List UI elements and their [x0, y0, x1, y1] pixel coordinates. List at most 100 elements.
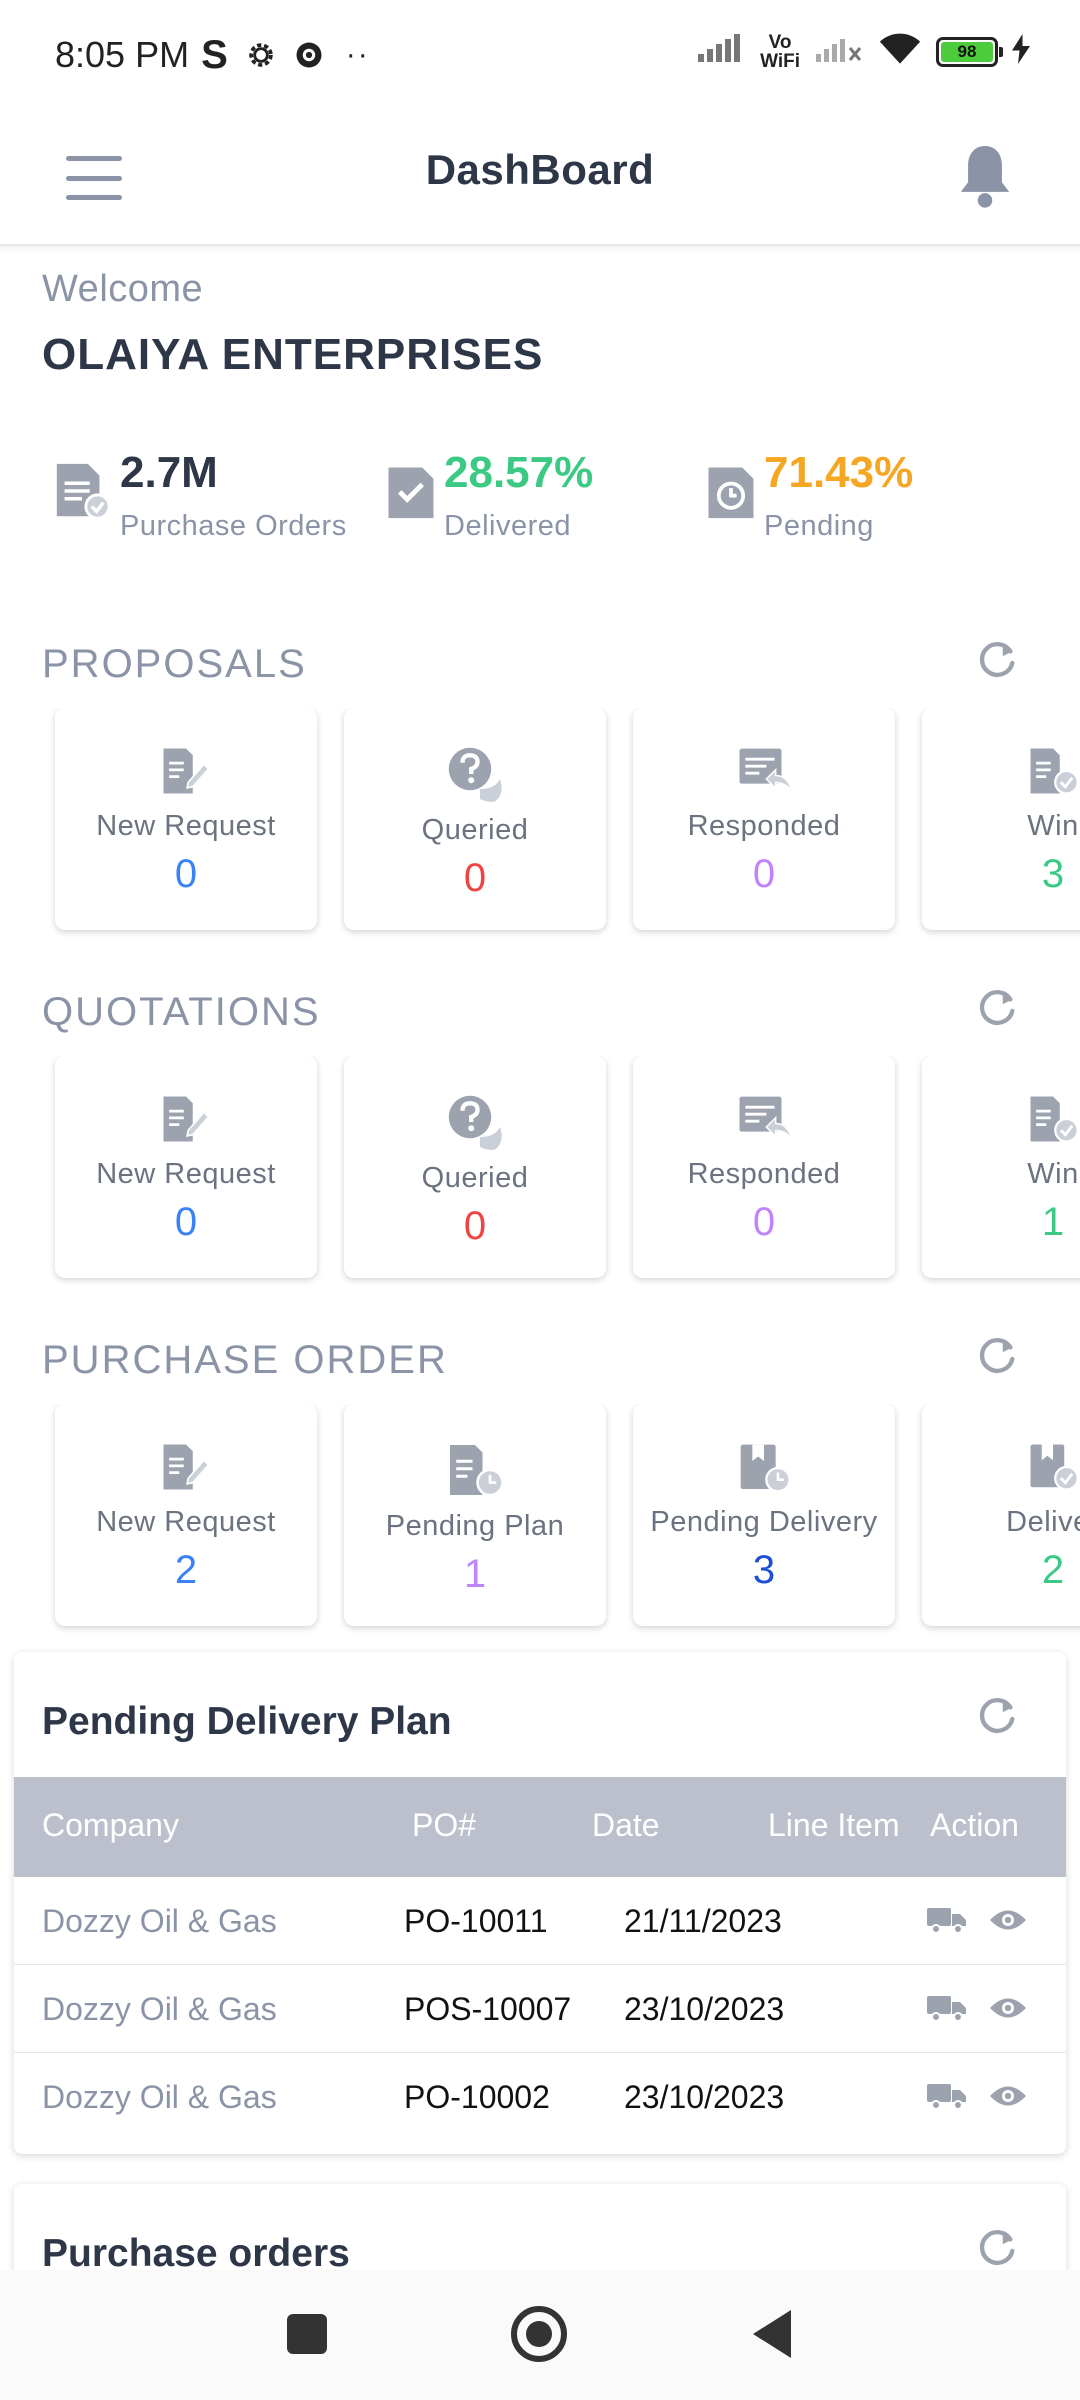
question-bubble-icon — [445, 1092, 505, 1152]
document-check-icon — [1029, 747, 1080, 795]
card-count: 0 — [174, 1200, 198, 1244]
charging-icon — [1012, 34, 1030, 69]
clipboard-check-icon — [386, 460, 436, 543]
more-notifications-dots: ·· — [345, 38, 370, 71]
card-new-request[interactable]: New Request 0 — [55, 708, 317, 930]
card-label: Pending Plan — [385, 1510, 565, 1542]
section-title-quotations: QUOTATIONS — [42, 990, 321, 1034]
welcome-label: Welcome — [42, 268, 204, 310]
status-time: 8:05 PM — [55, 34, 190, 75]
card-queried[interactable]: Queried 0 — [344, 1056, 606, 1278]
back-button[interactable] — [753, 2310, 791, 2358]
stat-label: Purchase Orders — [120, 510, 347, 542]
purchase-order-cards: New Request 2 Pending Plan 1 Pending Del… — [0, 1404, 1080, 1644]
column-header-date[interactable]: Date — [592, 1807, 660, 1844]
column-header-po[interactable]: PO# — [412, 1807, 476, 1844]
card-label: Queried — [421, 814, 529, 846]
card-count: 3 — [752, 1548, 776, 1592]
refresh-icon[interactable] — [974, 1694, 1020, 1740]
view-eye-icon[interactable] — [988, 1995, 1028, 2021]
stat-purchase-orders: 2.7M Purchase Orders — [52, 448, 347, 543]
stat-value: 2.7M — [120, 448, 218, 497]
card-count: 2 — [1041, 1548, 1065, 1592]
card-label: Queried — [421, 1162, 529, 1194]
app-badge-icon — [294, 40, 324, 70]
cell-po: POS-10007 — [404, 1991, 572, 2027]
system-nav-bar — [0, 2270, 1080, 2400]
vowifi-icon: Vo WiFi — [760, 31, 800, 72]
card-label: Responded — [687, 810, 841, 842]
document-clock-icon — [706, 460, 756, 543]
recent-apps-button[interactable] — [287, 2314, 327, 2354]
card-win[interactable]: Win 3 — [922, 708, 1080, 930]
card-queried[interactable]: Queried 0 — [344, 708, 606, 930]
document-edit-icon — [162, 747, 210, 795]
card-responded[interactable]: Responded 0 — [633, 1056, 895, 1278]
card-win[interactable]: Win 1 — [922, 1056, 1080, 1278]
refresh-icon[interactable] — [974, 638, 1020, 684]
cell-company: Dozzy Oil & Gas — [42, 2079, 277, 2115]
cell-po: PO-10011 — [404, 1903, 548, 1939]
table-row: Dozzy Oil & Gas POS-10007 23/10/2023 — [14, 1965, 1066, 2053]
card-responded[interactable]: Responded 0 — [633, 708, 895, 930]
battery-icon: 98 — [936, 36, 1003, 67]
card-new-request[interactable]: New Request 0 — [55, 1056, 317, 1278]
card-label: Responded — [687, 1158, 841, 1190]
card-count: 0 — [463, 856, 487, 900]
card-pending-plan[interactable]: Pending Plan 1 — [344, 1404, 606, 1626]
cell-date: 23/10/2023 — [624, 2079, 785, 2115]
column-header-line-item[interactable]: Line Item — [768, 1807, 900, 1844]
quotations-cards: New Request 0 Queried 0 Responded 0 Win … — [0, 1056, 1080, 1296]
wifi-icon — [878, 32, 922, 71]
cell-date: 21/11/2023 — [624, 1903, 782, 1939]
card-delivered[interactable]: Deliver 2 — [922, 1404, 1080, 1626]
signal-icon — [696, 34, 746, 69]
card-count: 1 — [1041, 1200, 1065, 1244]
panel-title: Pending Delivery Plan — [42, 1700, 452, 1743]
truck-icon[interactable] — [926, 1905, 968, 1935]
pending-delivery-plan-panel: Pending Delivery Plan Company PO# Date L… — [14, 1652, 1066, 2154]
column-header-company[interactable]: Company — [42, 1807, 179, 1844]
card-count: 0 — [752, 1200, 776, 1244]
card-new-request[interactable]: New Request 2 — [55, 1404, 317, 1626]
card-label: Deliver — [1006, 1506, 1080, 1538]
truck-icon[interactable] — [926, 1993, 968, 2023]
card-count: 0 — [463, 1204, 487, 1248]
home-button[interactable] — [511, 2306, 567, 2362]
refresh-icon[interactable] — [974, 2226, 1020, 2272]
cell-company: Dozzy Oil & Gas — [42, 1991, 277, 2027]
document-clock-icon — [448, 1443, 504, 1497]
view-eye-icon[interactable] — [988, 2083, 1028, 2109]
app-header: DashBoard — [0, 110, 1080, 246]
stat-delivered: 28.57% Delivered — [386, 448, 593, 543]
truck-icon[interactable] — [926, 2081, 968, 2111]
card-count: 1 — [463, 1552, 487, 1596]
box-check-icon — [1029, 1443, 1080, 1491]
stat-label: Delivered — [444, 510, 571, 542]
card-count: 3 — [1041, 852, 1065, 896]
notification-bell-icon[interactable] — [956, 140, 1014, 215]
card-label: New Request — [96, 1506, 276, 1538]
s-app-icon: S — [201, 32, 228, 77]
refresh-icon[interactable] — [974, 986, 1020, 1032]
card-count: 2 — [174, 1548, 198, 1592]
cell-company: Dozzy Oil & Gas — [42, 1903, 277, 1939]
table-row: Dozzy Oil & Gas PO-10011 21/11/2023 — [14, 1877, 1066, 1965]
view-eye-icon[interactable] — [988, 1907, 1028, 1933]
stat-pending: 71.43% Pending — [706, 448, 913, 543]
card-count: 0 — [752, 852, 776, 896]
document-check-icon — [52, 460, 112, 543]
card-label: New Request — [96, 1158, 276, 1190]
card-count: 0 — [174, 852, 198, 896]
table-row: Dozzy Oil & Gas PO-10002 23/10/2023 — [14, 2053, 1066, 2141]
signal-no-service-icon — [814, 34, 864, 69]
refresh-icon[interactable] — [974, 1334, 1020, 1380]
document-check-icon — [1029, 1095, 1080, 1143]
reply-icon — [738, 747, 794, 793]
stat-label: Pending — [764, 510, 874, 542]
page-title: DashBoard — [425, 146, 655, 193]
card-label: New Request — [96, 810, 276, 842]
card-pending-delivery[interactable]: Pending Delivery 3 — [633, 1404, 895, 1626]
card-label: Pending Delivery — [650, 1506, 878, 1538]
cell-po: PO-10002 — [404, 2079, 550, 2115]
